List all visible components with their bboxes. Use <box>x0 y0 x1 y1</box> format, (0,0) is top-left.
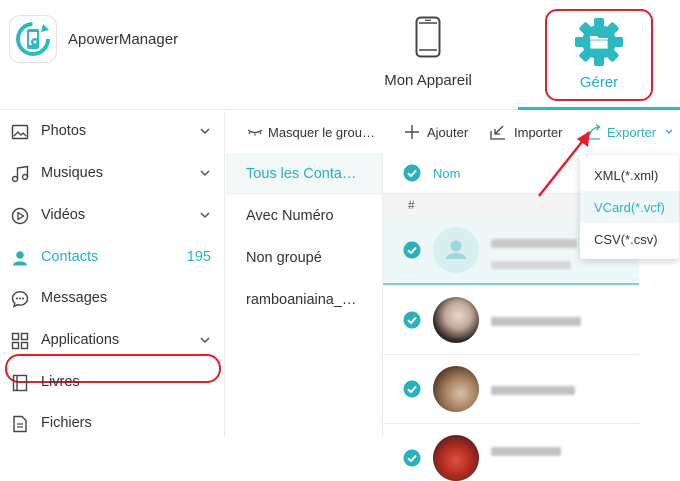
sidebar-item-label: Musiques <box>41 165 104 181</box>
message-icon <box>11 291 29 308</box>
chevron-down-icon <box>200 337 210 344</box>
sidebar-item-label: Messages <box>41 290 108 306</box>
index-letter: # <box>408 198 415 212</box>
group-label: ramboaniaina_… <box>246 292 357 308</box>
phone-icon <box>415 16 441 58</box>
group-label: Avec Numéro <box>246 208 334 224</box>
import-icon <box>490 125 505 140</box>
photo-icon <box>11 124 29 140</box>
nav-manage-label: Gérer <box>579 74 619 91</box>
row-checkbox[interactable] <box>403 241 421 259</box>
music-icon <box>11 165 29 183</box>
active-tab-indicator <box>518 107 680 110</box>
select-all-checkbox[interactable] <box>403 164 421 182</box>
chevron-down-icon <box>200 170 210 177</box>
table-row[interactable] <box>383 287 639 355</box>
sidebar-item-label: Vidéos <box>41 207 86 223</box>
row-checkbox[interactable] <box>403 311 421 329</box>
menu-item-label: CSV(*.csv) <box>594 232 658 247</box>
book-icon <box>12 374 28 392</box>
apps-icon <box>11 332 29 350</box>
blurred-contact-phone <box>491 261 571 269</box>
export-csv-option[interactable]: CSV(*.csv) <box>580 223 679 255</box>
group-label: Tous les Conta… <box>246 166 357 182</box>
group-label: Non groupé <box>246 250 322 266</box>
gear-folder-icon <box>575 18 623 66</box>
default-avatar-icon <box>446 240 466 259</box>
chevron-down-icon <box>200 212 210 219</box>
sidebar-item-contacts[interactable]: Contacts 195 <box>0 238 225 278</box>
contacts-count-badge: 195 <box>186 249 211 265</box>
sidebar-item-photos[interactable]: Photos <box>0 112 225 152</box>
nav-device-label: Mon Appareil <box>384 72 472 89</box>
group-ungrouped[interactable]: Non groupé <box>226 237 382 279</box>
row-checkbox[interactable] <box>403 380 421 398</box>
video-icon <box>11 207 29 225</box>
avatar <box>433 297 479 343</box>
sidebar-item-applications[interactable]: Applications <box>0 321 225 361</box>
sidebar-item-label: Contacts <box>41 249 99 265</box>
blurred-contact-name <box>491 239 577 248</box>
name-column-header[interactable]: Nom <box>433 166 460 181</box>
contact-groups-list: Tous les Conta… Avec Numéro Non groupé r… <box>226 153 382 437</box>
group-with-number[interactable]: Avec Numéro <box>226 195 382 237</box>
sidebar-item-messages[interactable]: Messages <box>0 279 225 319</box>
sidebar-item-files[interactable]: Fichiers <box>0 404 225 444</box>
chevron-down-icon <box>665 129 673 134</box>
export-button[interactable]: Exporter <box>585 123 677 143</box>
avatar <box>433 435 479 481</box>
blurred-contact-name <box>491 386 575 395</box>
hide-groups-label: Masquer le grou… <box>268 125 375 140</box>
nav-my-device[interactable]: Mon Appareil <box>380 10 476 106</box>
sidebar: Photos Musiques Vidéos Contacts 195 Mess… <box>0 111 225 437</box>
plus-icon <box>405 125 419 139</box>
table-row[interactable] <box>383 356 639 424</box>
contacts-toolbar: Masquer le grou… Ajouter Importer Export… <box>226 111 680 153</box>
app-header: ApowerManager Mon Appareil Gérer <box>0 0 680 110</box>
menu-item-label: XML(*.xml) <box>594 168 659 183</box>
blurred-contact-name <box>491 447 561 456</box>
hide-groups-button[interactable]: Masquer le grou… <box>246 123 396 143</box>
chevron-down-icon <box>200 128 210 135</box>
sidebar-item-videos[interactable]: Vidéos <box>0 196 225 236</box>
contact-icon <box>13 251 27 266</box>
export-label: Exporter <box>607 125 657 140</box>
row-checkbox[interactable] <box>403 449 421 467</box>
sidebar-item-label: Photos <box>41 123 87 139</box>
app-logo-icon <box>10 16 56 62</box>
add-contact-button[interactable]: Ajouter <box>403 123 473 143</box>
group-account[interactable]: ramboaniaina_… <box>226 279 382 321</box>
sidebar-item-music[interactable]: Musiques <box>0 154 225 194</box>
nav-manage[interactable]: Gérer <box>545 9 653 101</box>
sidebar-item-books[interactable]: Livres <box>0 363 225 403</box>
blurred-contact-name <box>491 317 581 326</box>
app-name: ApowerManager <box>68 31 179 48</box>
avatar <box>433 366 479 412</box>
avatar <box>433 227 479 273</box>
add-label: Ajouter <box>427 125 469 140</box>
file-icon <box>13 415 27 433</box>
annotation-arrow-icon <box>538 131 590 197</box>
table-row[interactable] <box>383 425 639 481</box>
group-all-contacts[interactable]: Tous les Conta… <box>226 153 382 195</box>
sidebar-item-label: Fichiers <box>41 415 92 431</box>
sidebar-item-label: Applications <box>41 332 120 348</box>
menu-item-label: VCard(*.vcf) <box>594 200 665 215</box>
eye-closed-icon <box>247 129 263 136</box>
sidebar-item-label: Livres <box>41 374 80 390</box>
